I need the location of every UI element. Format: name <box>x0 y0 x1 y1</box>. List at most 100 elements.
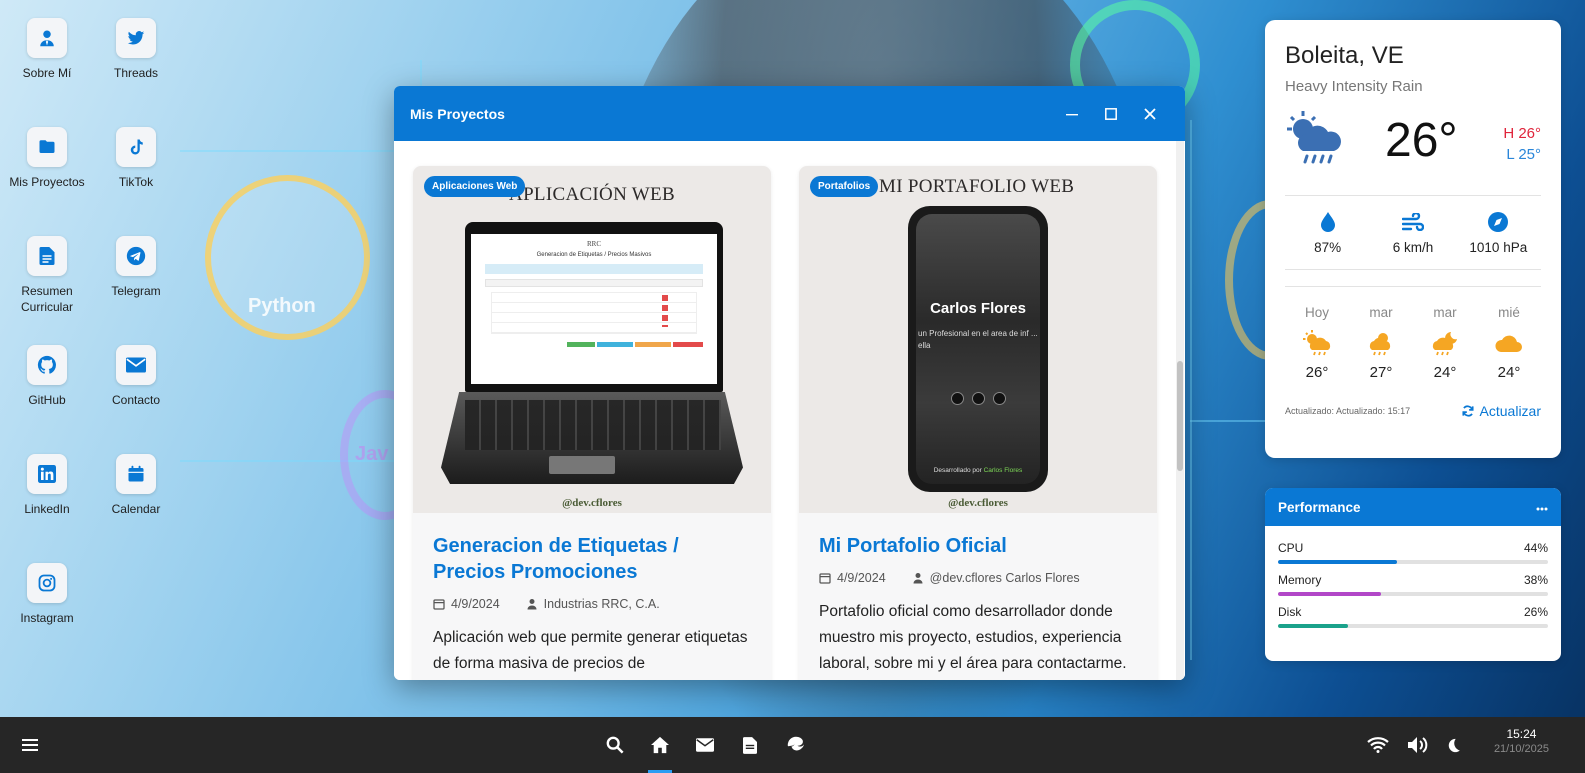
search-button[interactable] <box>593 717 637 773</box>
metric-bar <box>1278 624 1548 628</box>
high-temperature: H 26° <box>1503 125 1541 142</box>
phone-footer: Desarrollado por <box>933 467 982 474</box>
current-temperature: 26° <box>1385 114 1458 167</box>
desktop-icon-telegram[interactable]: Telegram <box>91 236 181 299</box>
desktop-icon-resumen-curricular[interactable]: Resumen Curricular <box>2 236 92 315</box>
java-label: Jav <box>355 443 389 465</box>
start-menu-button[interactable] <box>8 717 52 773</box>
phone-illustration: Carlos Flores un Profesional en el area … <box>908 206 1048 492</box>
desktop-icon-instagram[interactable]: Instagram <box>2 563 92 626</box>
desktop-icon-github[interactable]: GitHub <box>2 345 92 408</box>
edge-browser-icon <box>787 736 805 751</box>
minimize-button[interactable] <box>1052 86 1091 141</box>
project-card[interactable]: APLICACIÓN WEB RRC Generacion de Etiquet… <box>413 166 771 680</box>
desktop-icon-tiktok[interactable]: TikTok <box>91 127 181 190</box>
calendar-icon <box>819 573 831 584</box>
desktop-icon-label: TikTok <box>118 175 154 189</box>
wifi-button[interactable] <box>1356 717 1400 773</box>
wifi-icon <box>1367 737 1389 753</box>
envelope-icon <box>126 357 146 373</box>
forecast-temperature: 26° <box>1305 364 1329 381</box>
metric-name: CPU <box>1278 541 1304 555</box>
desktop-icon-label: Resumen Curricular <box>20 284 73 314</box>
forecast-temperature: 27° <box>1369 364 1393 381</box>
forecast-temperature: 24° <box>1497 364 1521 381</box>
laptop-illustration: RRC Generacion de Etiquetas / Precios Ma… <box>465 222 723 392</box>
python-label: Python <box>248 295 316 317</box>
image-watermark: @dev.cflores <box>562 497 622 509</box>
desktop-icon-calendar[interactable]: Calendar <box>91 454 181 517</box>
category-badge[interactable]: Aplicaciones Web <box>424 176 526 197</box>
desktop-icon-label: Mis Proyectos <box>9 175 85 189</box>
dark-mode-toggle[interactable] <box>1432 717 1476 773</box>
desktop-icon-linkedin[interactable]: LinkedIn <box>2 454 92 517</box>
moon-icon <box>1448 738 1460 752</box>
desktop-icon-contacto[interactable]: Contacto <box>91 345 181 408</box>
metric-value: 44% <box>1523 541 1548 555</box>
scrollbar-thumb[interactable] <box>1177 361 1183 471</box>
projects-window: Mis Proyectos APLICACIÓN WEB RRC Generac… <box>394 86 1185 680</box>
low-temperature: L 25° <box>1506 146 1541 163</box>
calendar-icon <box>128 465 144 482</box>
refresh-button[interactable]: Actualizar <box>1461 403 1541 419</box>
document-button[interactable] <box>728 717 772 773</box>
project-title[interactable]: Generacion de Etiquetas / Precios Promoc… <box>433 533 751 585</box>
window-title: Mis Proyectos <box>410 105 505 122</box>
laptop-screen-heading: Generacion de Etiquetas / Precios Masivo… <box>536 252 652 258</box>
refresh-icon <box>1461 405 1474 417</box>
weather-city: Boleita, VE <box>1285 42 1404 69</box>
forecast-day: mar 24° <box>1413 305 1477 381</box>
projects-grid[interactable]: APLICACIÓN WEB RRC Generacion de Etiquet… <box>394 141 1185 680</box>
taskbar-clock[interactable]: 15:24 21/10/2025 <box>1494 727 1549 755</box>
project-description: Aplicación web que permite generar etiqu… <box>433 629 748 672</box>
more-options-button[interactable] <box>1536 498 1548 516</box>
metric-value: 38% <box>1523 573 1548 587</box>
project-title[interactable]: Mi Portafolio Oficial <box>819 533 1137 559</box>
twitter-icon <box>127 31 145 45</box>
minimize-icon <box>1065 113 1078 115</box>
category-badge[interactable]: Portafolios <box>810 176 879 197</box>
desktop-icon-label: LinkedIn <box>24 502 70 516</box>
wind-value: 6 km/h <box>1392 240 1434 255</box>
wind-icon <box>1401 213 1424 231</box>
document-icon <box>743 736 757 754</box>
project-image-title: MI PORTAFOLIO WEB <box>879 176 1075 197</box>
sun-cloud-rain-icon <box>1303 330 1331 356</box>
window-scrollbar[interactable] <box>1176 141 1184 680</box>
compass-icon <box>1488 212 1509 232</box>
metric-memory: Memory 38% <box>1278 573 1548 596</box>
desktop-icon-threads[interactable]: Threads <box>91 18 181 81</box>
window-titlebar[interactable]: Mis Proyectos <box>394 86 1185 141</box>
metric-name: Disk <box>1278 605 1302 619</box>
close-icon <box>1143 107 1156 120</box>
forecast-day: mar 27° <box>1349 305 1413 381</box>
folder-icon <box>39 140 55 153</box>
project-image: MI PORTAFOLIO WEB Carlos Flores un Profe… <box>799 166 1157 513</box>
browser-button[interactable] <box>774 717 818 773</box>
refresh-label: Actualizar <box>1479 403 1541 419</box>
weather-widget: Boleita, VE Heavy Intensity Rain 26° H 2… <box>1265 20 1561 458</box>
mail-button[interactable] <box>683 717 727 773</box>
weather-updated: Actualizado: Actualizado: 15:17 <box>1285 406 1411 416</box>
project-card[interactable]: MI PORTAFOLIO WEB Carlos Flores un Profe… <box>799 166 1157 680</box>
image-watermark: @dev.cflores <box>948 497 1008 509</box>
desktop-icon-label: Threads <box>113 66 159 80</box>
clock-date: 21/10/2025 <box>1493 743 1549 755</box>
humidity-value: 87% <box>1314 240 1342 255</box>
weather-condition: Heavy Intensity Rain <box>1285 78 1423 95</box>
metric-disk: Disk 26% <box>1278 605 1548 628</box>
phone-footer-name: Carlos Flores <box>983 467 1023 474</box>
cloud-icon <box>1495 335 1522 352</box>
droplet-icon <box>1320 212 1335 232</box>
maximize-button[interactable] <box>1091 86 1130 141</box>
pressure-value: 1010 hPa <box>1469 240 1528 255</box>
forecast-day: mié 24° <box>1477 305 1541 381</box>
desktop-icon-sobre-mi[interactable]: Sobre Mí <box>2 18 92 81</box>
project-author: @dev.cflores Carlos Flores <box>929 571 1080 585</box>
desktop-icon-mis-proyectos[interactable]: Mis Proyectos <box>2 127 92 190</box>
search-icon <box>606 736 624 754</box>
home-button[interactable] <box>638 717 682 773</box>
close-button[interactable] <box>1130 86 1169 141</box>
calendar-icon <box>433 599 445 610</box>
sun-cloud-rain-icon <box>1287 111 1341 164</box>
